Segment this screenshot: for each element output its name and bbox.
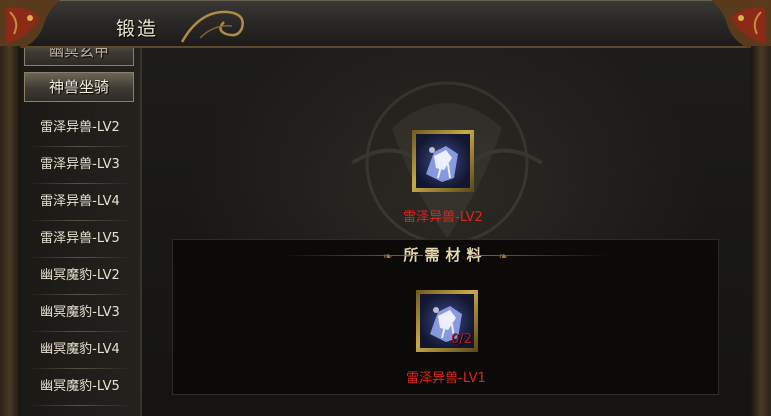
frame-left (0, 46, 20, 416)
ornament-icon: ❧ (498, 250, 508, 263)
result-item-name: 雷泽异兽-LV2 (403, 210, 483, 225)
materials-panel: ❧ 所需材料 ❧ 0/2 雷泽异兽-LV1 (172, 239, 719, 395)
recipe-item[interactable]: 幽冥魔豹-LV3 (20, 295, 140, 332)
material-count: 0/2 (451, 332, 472, 347)
recipe-item[interactable]: 雷泽异兽-LV2 (20, 110, 140, 147)
recipe-item[interactable]: 雷泽异兽-LV5 (20, 221, 140, 258)
result-item-slot[interactable] (412, 130, 474, 192)
ornament-icon: ❧ (383, 250, 393, 263)
forge-panel: 雷泽异兽-LV2 ❧ 所需材料 ❧ 0/2 雷泽异兽-LV1 (142, 48, 751, 416)
recipe-item[interactable]: 幽冥魔豹-LV5 (20, 369, 140, 406)
title-bar: 锻造 (0, 0, 771, 60)
recipe-item[interactable]: 幽冥魔豹-LV2 (20, 258, 140, 295)
sidebar: 幽冥玄甲 神兽坐骑 雷泽异兽-LV2 雷泽异兽-LV3 雷泽异兽-LV4 雷泽异… (20, 48, 142, 416)
materials-header: ❧ 所需材料 ❧ (173, 244, 718, 266)
frame-right (751, 46, 771, 416)
category-tab-mystic-armor[interactable]: 幽冥玄甲 (24, 48, 134, 66)
material-item-name: 雷泽异兽-LV1 (406, 371, 486, 386)
recipe-list: 雷泽异兽-LV2 雷泽异兽-LV3 雷泽异兽-LV4 雷泽异兽-LV5 幽冥魔豹… (20, 110, 140, 406)
recipe-item[interactable]: 雷泽异兽-LV3 (20, 147, 140, 184)
category-tab-divine-mounts[interactable]: 神兽坐骑 (24, 72, 134, 102)
recipe-item[interactable]: 雷泽异兽-LV4 (20, 184, 140, 221)
thunder-beast-icon: 0/2 (420, 294, 474, 348)
window-title: 锻造 (116, 18, 159, 40)
thunder-beast-icon (416, 134, 470, 188)
material-item-slot[interactable]: 0/2 (416, 290, 478, 352)
title-swirl-icon (180, 10, 244, 43)
recipe-item[interactable]: 幽冥魔豹-LV4 (20, 332, 140, 369)
